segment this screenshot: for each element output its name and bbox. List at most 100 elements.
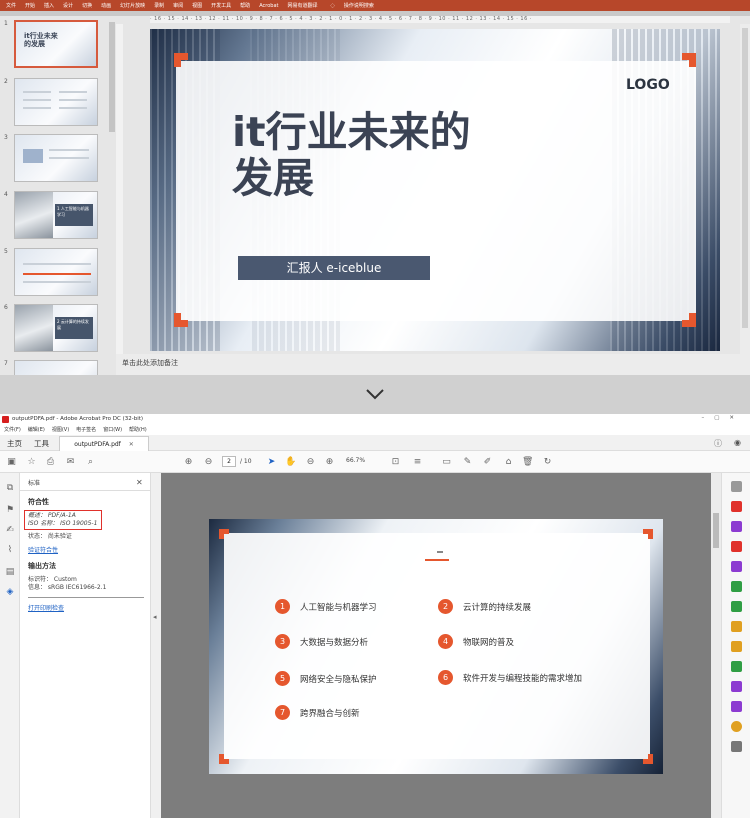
attachment-icon[interactable]: ⌇ (5, 545, 15, 555)
stamp-icon[interactable]: ⌂ (503, 457, 514, 468)
zoom-in-icon[interactable]: ⊕ (324, 457, 335, 468)
prev-page-icon[interactable]: ⊕ (183, 457, 194, 468)
tab-home[interactable]: 主页 (7, 438, 22, 449)
zoom-out-icon[interactable]: ⊖ (305, 457, 316, 468)
corner-accent (643, 754, 653, 764)
tab-document[interactable]: outputPDFA.pdf ✕ (59, 436, 149, 451)
ribbon-tab-acrobat[interactable]: Acrobat (259, 3, 278, 9)
certificate-icon[interactable] (731, 721, 742, 732)
menu-esign[interactable]: 电子签名 (76, 426, 96, 434)
document-scrollbar[interactable] (711, 473, 721, 818)
hand-icon[interactable]: ✋ (285, 457, 296, 468)
pages-icon[interactable]: ⧉ (5, 483, 15, 493)
ribbon-tab-developer[interactable]: 开发工具 (211, 2, 231, 9)
notes-pane[interactable]: 单击此处添加备注 (116, 354, 750, 375)
slide-thumbnail-1[interactable]: it行业未来的发展 (14, 20, 98, 68)
ribbon-tab-transitions[interactable]: 切换 (82, 2, 92, 9)
organize-pages-icon[interactable] (731, 581, 742, 592)
help-icon[interactable]: ⓘ (714, 438, 722, 449)
ribbon-tab-slideshow[interactable]: 幻灯片放映 (120, 2, 145, 9)
highlight-icon[interactable]: ✎ (462, 457, 473, 468)
slide-thumbnail-pane: 1 it行业未来的发展 2 3 4 1 人工智能与机器学习 5 6 2 云计算的… (0, 16, 116, 375)
content-icon[interactable]: ▤ (5, 567, 15, 577)
ribbon-tab-view[interactable]: 视图 (192, 2, 202, 9)
save-icon[interactable]: ▣ (6, 457, 17, 468)
page-number-input[interactable]: 2 (222, 456, 236, 467)
panel-collapse-handle[interactable]: ◂ (151, 473, 161, 818)
fit-page-icon[interactable]: ⊡ (390, 457, 401, 468)
protect-icon[interactable] (731, 681, 742, 692)
menu-edit[interactable]: 编辑(E) (28, 426, 45, 434)
presenter-box[interactable]: 汇报人 e-iceblue (238, 256, 430, 280)
star-icon[interactable]: ☆ (26, 457, 37, 468)
slide-thumbnail-5[interactable] (14, 248, 98, 296)
slide-scrollbar[interactable] (740, 24, 750, 354)
redact-icon[interactable] (731, 701, 742, 712)
slide-title[interactable]: it行业未来的 发展 (232, 109, 471, 201)
menu-window[interactable]: 窗口(W) (103, 426, 122, 434)
close-icon[interactable]: ✕ (129, 441, 134, 448)
create-pdf-icon[interactable] (731, 521, 742, 532)
delete-icon[interactable]: 🗑 (522, 457, 533, 468)
corner-accent (643, 529, 653, 539)
cursor-icon[interactable]: ➤ (266, 457, 277, 468)
tab-tools[interactable]: 工具 (34, 438, 49, 449)
search-icon[interactable]: ⌕ (85, 457, 96, 468)
corner-accent (219, 754, 229, 764)
menu-view[interactable]: 视图(V) (52, 426, 69, 434)
rotate-icon[interactable]: ↻ (542, 457, 553, 468)
scroll-mode-icon[interactable]: ≡ (412, 457, 423, 468)
ribbon-tab-animations[interactable]: 动画 (101, 2, 111, 9)
window-controls[interactable]: –▢✕ (701, 415, 744, 421)
user-icon[interactable]: ◉ (734, 438, 741, 447)
print-icon[interactable]: ⎙ (45, 457, 56, 468)
signature-icon[interactable]: ✍ (5, 525, 15, 535)
export-pdf-icon[interactable] (731, 501, 742, 512)
item-number: 1 (275, 599, 290, 614)
ribbon-tab-home[interactable]: 开始 (25, 2, 35, 9)
zoom-icon[interactable] (731, 481, 742, 492)
verify-compliance-link[interactable]: 验证符合性 (28, 545, 58, 554)
lightbulb-icon: ◌ (330, 2, 335, 9)
close-icon[interactable]: ✕ (136, 478, 143, 487)
comment-icon[interactable]: ▭ (441, 457, 452, 468)
thumbnail-scrollbar[interactable] (108, 16, 116, 375)
menu-help[interactable]: 帮助(H) (129, 426, 147, 434)
slide-thumbnail-3[interactable] (14, 134, 98, 182)
ribbon-tab-review[interactable]: 审阅 (173, 2, 183, 9)
next-page-icon[interactable]: ⊖ (203, 457, 214, 468)
comment-tool-icon[interactable] (731, 621, 742, 632)
slide-thumbnail-6[interactable]: 2 云计算的持续发展 (14, 304, 98, 352)
slide-canvas[interactable]: LOGO it行业未来的 发展 汇报人 e-iceblue (150, 29, 720, 351)
zoom-level-select[interactable]: 66.7% (346, 457, 365, 464)
header-dash (437, 551, 443, 553)
ribbon-tab-help[interactable]: 帮助 (240, 2, 250, 9)
slide-thumbnail-2[interactable] (14, 78, 98, 126)
slide-thumbnail-7[interactable] (14, 360, 98, 375)
edit-pdf-icon[interactable] (731, 541, 742, 552)
ribbon-tab-record[interactable]: 录制 (154, 2, 164, 9)
ribbon-tab-design[interactable]: 设计 (63, 2, 73, 9)
menu-file[interactable]: 文件(F) (4, 426, 21, 434)
tell-me-search[interactable]: 操作说明搜索 (344, 2, 374, 9)
ribbon-tab-file[interactable]: 文件 (6, 2, 16, 9)
scan-icon[interactable] (731, 601, 742, 612)
slide-thumbnail-4[interactable]: 1 人工智能与机器学习 (14, 191, 98, 239)
standards-panel: 标准 ✕ 符合性 概述： PDF/A-1A ISO 名称： ISO 19005-… (20, 473, 151, 818)
thumb-number: 6 (4, 304, 8, 311)
ribbon-tab-insert[interactable]: 插入 (44, 2, 54, 9)
page-total: / 10 (240, 458, 252, 465)
ribbon-tabs: 文件 开始 插入 设计 切换 动画 幻灯片放映 录制 审阅 视图 开发工具 帮助… (0, 0, 750, 11)
fill-sign-icon[interactable] (731, 561, 742, 572)
draw-icon[interactable]: ✐ (482, 457, 493, 468)
standards-icon[interactable]: ◈ (5, 587, 15, 597)
stamp-tool-icon[interactable] (731, 641, 742, 652)
list-item: 物联网的普及 (463, 638, 515, 648)
compare-icon[interactable] (731, 661, 742, 672)
more-tools-icon[interactable] (731, 741, 742, 752)
print-check-link[interactable]: 打开印刷检查 (28, 603, 64, 612)
slide-title-line1: it行业未来的 (232, 108, 471, 156)
bookmark-icon[interactable]: ⚑ (5, 505, 15, 515)
ribbon-tab-youdao[interactable]: 网易有道翻译 (287, 2, 317, 9)
mail-icon[interactable]: ✉ (65, 457, 76, 468)
